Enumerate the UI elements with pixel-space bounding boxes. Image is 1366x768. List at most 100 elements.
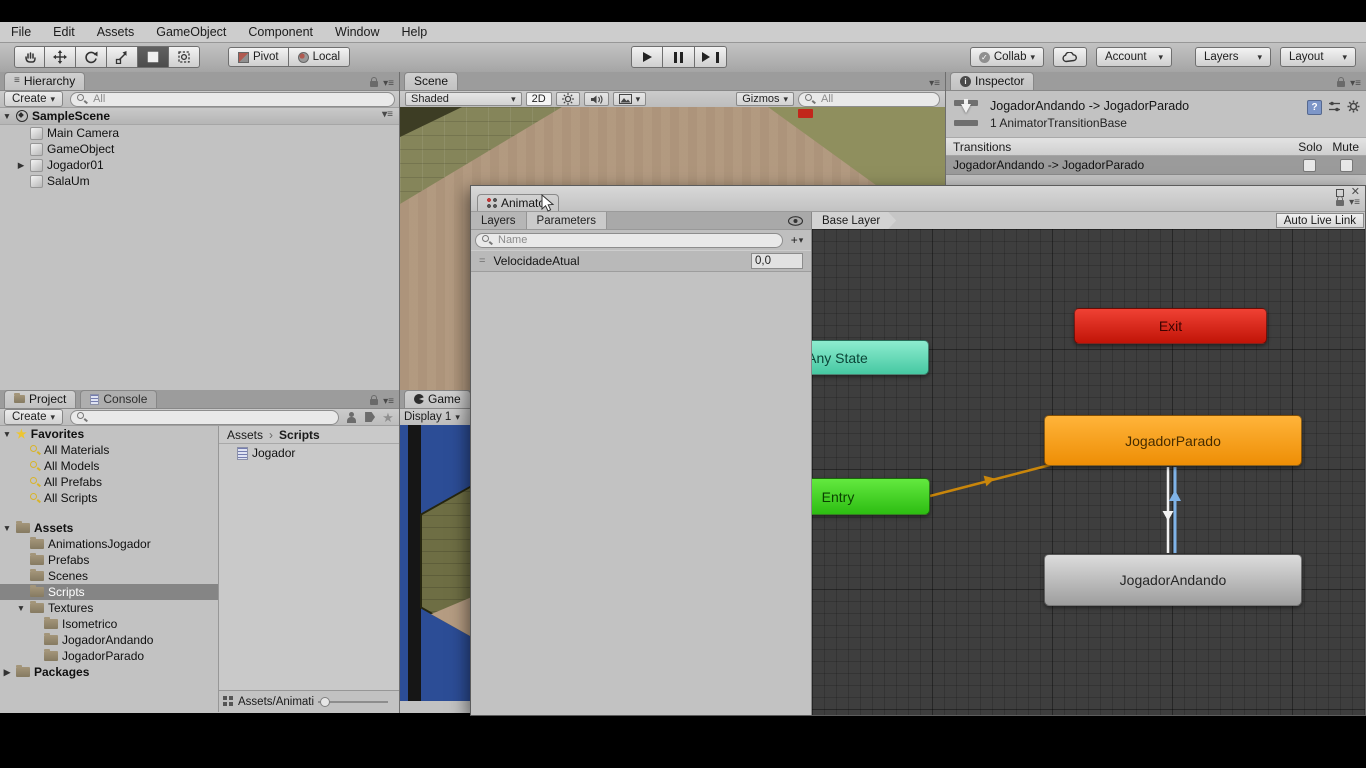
close-icon[interactable]: ✕	[1351, 188, 1360, 197]
menu-component[interactable]: Component	[237, 25, 324, 39]
menu-help[interactable]: Help	[390, 25, 438, 39]
folder-scenes[interactable]: Scenes	[0, 568, 218, 584]
animator-titlebar[interactable]: Animator ✕ ▾≡	[471, 186, 1365, 212]
scale-tool-button[interactable]	[107, 46, 138, 68]
lock-icon[interactable]	[370, 399, 378, 405]
parameter-search[interactable]	[475, 233, 783, 248]
scene-root-row[interactable]: ▼ SampleScene ▾≡	[0, 108, 399, 125]
state-node-any-state[interactable]: Any State	[812, 340, 929, 375]
search-by-type-icon[interactable]	[346, 412, 358, 423]
tab-scene[interactable]: Scene	[404, 72, 458, 90]
step-button[interactable]	[695, 46, 727, 68]
rect-tool-button[interactable]	[138, 46, 169, 68]
project-search[interactable]	[70, 410, 339, 425]
lock-icon[interactable]	[1336, 200, 1344, 206]
hand-tool-button[interactable]	[14, 46, 45, 68]
local-toggle-button[interactable]: Local	[289, 47, 351, 67]
presets-icon[interactable]	[1328, 100, 1341, 113]
layer-breadcrumb[interactable]: Base Layer	[812, 212, 896, 229]
project-create-button[interactable]: Create▾	[4, 409, 63, 425]
expand-arrow-icon[interactable]: ▶	[16, 160, 26, 171]
mute-checkbox[interactable]	[1340, 159, 1353, 172]
lock-icon[interactable]	[370, 81, 378, 87]
assets-root[interactable]: ▼ Assets	[0, 520, 218, 536]
tab-hierarchy[interactable]: ≡ Hierarchy	[4, 72, 85, 90]
breadcrumb-root[interactable]: Assets	[227, 428, 263, 442]
hierarchy-item-main-camera[interactable]: Main Camera	[0, 125, 399, 141]
folder-textures[interactable]: ▼ Textures	[0, 600, 218, 616]
panel-menu-icon[interactable]: ▾≡	[383, 398, 394, 406]
state-node-jogadorandando[interactable]: JogadorAndando	[1044, 554, 1302, 606]
audio-toggle-button[interactable]	[584, 92, 609, 106]
menu-gameobject[interactable]: GameObject	[145, 25, 237, 39]
tab-game[interactable]: Game	[404, 390, 471, 408]
effects-dropdown[interactable]: ▾	[613, 92, 647, 106]
eye-toggle[interactable]	[788, 212, 811, 229]
favorite-all-scripts[interactable]: All Scripts	[0, 490, 218, 506]
folder-animationsjogador[interactable]: AnimationsJogador	[0, 536, 218, 552]
folder-jogadorparado[interactable]: JogadorParado	[0, 648, 218, 664]
hierarchy-search[interactable]	[70, 92, 395, 107]
favorite-all-prefabs[interactable]: All Prefabs	[0, 474, 218, 490]
graph-canvas[interactable]: Exit Any State JogadorParado Entry Jogad…	[812, 229, 1365, 715]
favorites-root[interactable]: ▼★ Favorites	[0, 426, 218, 442]
project-search-input[interactable]	[91, 410, 332, 424]
state-node-jogadorparado[interactable]: JogadorParado	[1044, 415, 1302, 466]
add-parameter-button[interactable]: +▾	[787, 233, 807, 247]
lighting-toggle-button[interactable]	[556, 92, 580, 106]
rotate-tool-button[interactable]	[76, 46, 107, 68]
transform-tool-button[interactable]	[169, 46, 200, 68]
tab-inspector[interactable]: i Inspector	[950, 72, 1034, 90]
thumbnail-size-slider[interactable]	[318, 701, 388, 703]
auto-live-link-button[interactable]: Auto Live Link	[1276, 213, 1364, 228]
hierarchy-item-salaum[interactable]: SalaUm	[0, 173, 399, 189]
transition-list-row[interactable]: JogadorAndando -> JogadorParado	[946, 156, 1366, 175]
menu-file[interactable]: File	[0, 25, 42, 39]
hierarchy-create-button[interactable]: Create▾	[4, 91, 63, 107]
tab-project[interactable]: Project	[4, 390, 76, 408]
folder-isometrico[interactable]: Isometrico	[0, 616, 218, 632]
packages-root[interactable]: ▶ Packages	[0, 664, 218, 680]
layers-dropdown[interactable]: Layers▾	[1195, 47, 1271, 67]
drag-handle-icon[interactable]: =	[479, 255, 485, 267]
lock-icon[interactable]	[1337, 81, 1345, 87]
menu-window[interactable]: Window	[324, 25, 390, 39]
hierarchy-item-gameobject[interactable]: GameObject	[0, 141, 399, 157]
scene-menu-icon[interactable]: ▾≡	[382, 111, 393, 119]
gizmos-dropdown[interactable]: Gizmos▾	[736, 92, 794, 106]
search-by-label-icon[interactable]	[365, 412, 375, 422]
favorite-all-models[interactable]: All Models	[0, 458, 218, 474]
scene-search[interactable]	[798, 92, 940, 107]
tab-layers[interactable]: Layers	[471, 212, 527, 229]
favorites-star-icon[interactable]: ★	[382, 411, 394, 424]
parameter-value-field[interactable]	[751, 253, 803, 269]
2d-toggle-button[interactable]: 2D	[526, 92, 552, 106]
play-button[interactable]	[631, 46, 663, 68]
gear-icon[interactable]	[1347, 100, 1360, 113]
panel-menu-icon[interactable]: ▾≡	[1350, 80, 1361, 88]
scene-search-input[interactable]	[819, 92, 933, 106]
parameter-row[interactable]: = VelocidadeAtual	[471, 250, 811, 272]
breadcrumb-current[interactable]: Scripts	[279, 428, 320, 442]
folder-scripts-selected[interactable]: Scripts	[0, 584, 218, 600]
menu-assets[interactable]: Assets	[86, 25, 146, 39]
hierarchy-item-jogador01[interactable]: ▶ Jogador01	[0, 157, 399, 173]
tab-parameters[interactable]: Parameters	[527, 212, 607, 229]
panel-menu-icon[interactable]: ▾≡	[383, 80, 394, 88]
state-node-entry[interactable]: Entry	[812, 478, 930, 515]
parameter-search-input[interactable]	[496, 233, 776, 247]
draw-mode-dropdown[interactable]: Shaded▾	[405, 92, 522, 106]
account-dropdown[interactable]: Account▾	[1096, 47, 1172, 67]
solo-checkbox[interactable]	[1303, 159, 1316, 172]
display-dropdown[interactable]: Display 1▾	[404, 411, 460, 423]
asset-item-jogador[interactable]: Jogador	[219, 444, 399, 462]
panel-menu-icon[interactable]: ▾≡	[1349, 199, 1360, 207]
folder-jogadorandando[interactable]: JogadorAndando	[0, 632, 218, 648]
tab-console[interactable]: Console	[80, 390, 157, 408]
collab-dropdown[interactable]: ✓ Collab▾	[970, 47, 1044, 67]
pivot-toggle-button[interactable]: Pivot	[228, 47, 289, 67]
move-tool-button[interactable]	[45, 46, 76, 68]
hierarchy-search-input[interactable]	[91, 92, 388, 106]
folder-prefabs[interactable]: Prefabs	[0, 552, 218, 568]
layout-dropdown[interactable]: Layout▾	[1280, 47, 1356, 67]
